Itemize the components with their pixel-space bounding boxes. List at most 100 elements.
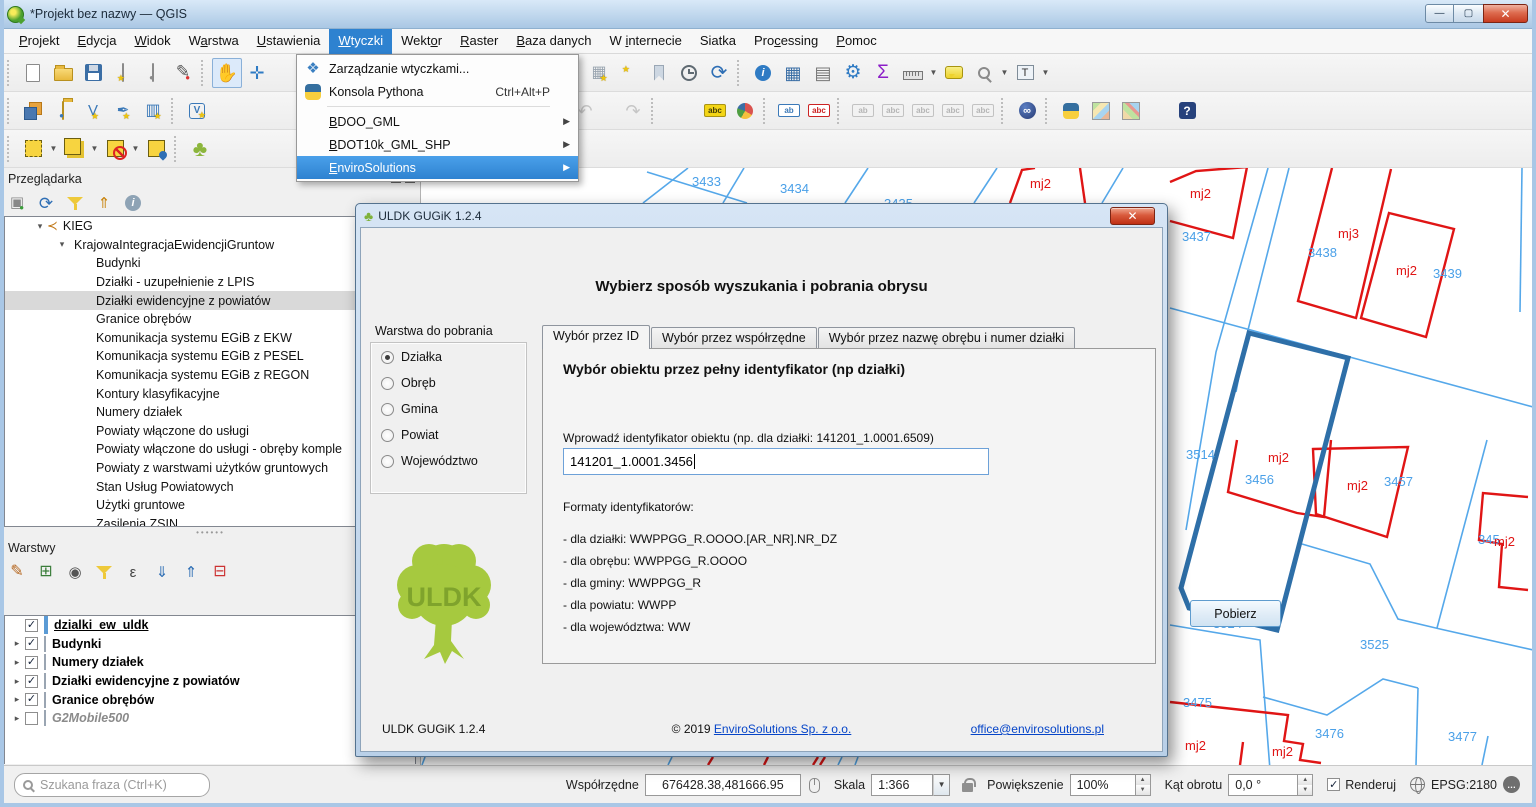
new-project-button[interactable] [18, 58, 48, 88]
layer-labeling-options-button[interactable]: abc [700, 96, 730, 126]
layer-visibility-checkbox[interactable]: ✓ [25, 693, 38, 706]
envirosolutions-link[interactable]: EnviroSolutions Sp. z o.o. [714, 722, 851, 736]
metasearch-button[interactable]: ∞ [1012, 96, 1042, 126]
menu-item-bdoo-gml[interactable]: BDOO_GML▶ [297, 110, 578, 133]
menu-widok[interactable]: Widok [126, 29, 180, 54]
show-hide-labels-button[interactable]: abc [878, 96, 908, 126]
python-console-tb-button[interactable] [1056, 96, 1086, 126]
tab-wybór-przez-nazwę-obrębu-i-numer-działki[interactable]: Wybór przez nazwę obrębu i numer działki [818, 327, 1075, 349]
save-project-button[interactable] [78, 58, 108, 88]
show-bookmarks-button[interactable] [644, 58, 674, 88]
layer-visibility-checkbox[interactable]: ✓ [25, 656, 38, 669]
radio-obręb[interactable]: Obręb [381, 376, 436, 390]
select-features-button[interactable] [18, 134, 48, 164]
uldk-dialog-titlebar[interactable]: ♣ ULDK GUGiK 1.2.4 [356, 204, 1167, 227]
osm-place-search-button[interactable] [1086, 96, 1116, 126]
radio-województwo[interactable]: Województwo [381, 454, 478, 468]
browser-item-granice-obrębów[interactable]: Granice obrębów [5, 310, 415, 329]
magnifier-spinbox[interactable]: 100% [1070, 774, 1136, 796]
new-spatial-bookmark-button[interactable]: ★ [614, 58, 644, 88]
identify-features-button[interactable]: i [748, 58, 778, 88]
open-project-button[interactable] [48, 58, 78, 88]
browser-item-kieg[interactable]: ▾≺KIEG [5, 217, 415, 236]
browser-item-numery-działek[interactable]: Numery działek [5, 403, 415, 422]
menu-raster[interactable]: Raster [451, 29, 507, 54]
browser-item-powiaty-włączone-do-usługi[interactable]: Powiaty włączone do usługi [5, 422, 415, 441]
magnifier-spin-arrows[interactable]: ▲▼ [1136, 774, 1151, 796]
layer-item-działki-ewidencyjne-z-powiatów[interactable]: ▸✓Działki ewidencyjne z powiatów [5, 672, 415, 691]
layer-visibility-checkbox[interactable] [25, 712, 38, 725]
lock-scale-icon[interactable] [962, 783, 973, 792]
close-button[interactable]: ✕ [1483, 4, 1528, 23]
move-label-button[interactable]: abc [908, 96, 938, 126]
add-selected-layers-button[interactable]: ▣● [6, 192, 28, 214]
download-button[interactable]: Pobierz [1190, 600, 1281, 627]
select-features-by-value-button[interactable] [59, 134, 89, 164]
browser-item-powiaty-z-warstwami-użytków-gruntowych[interactable]: Powiaty z warstwami użytków gruntowych [5, 459, 415, 478]
new-print-layout-button[interactable]: ★ [108, 58, 138, 88]
browser-item-użytki-gruntowe[interactable]: Użytki gruntowe [5, 496, 415, 515]
menu-item-envirosolutions[interactable]: EnviroSolutions▶ [297, 156, 578, 179]
browser-item-kontury-klasyfikacyjne[interactable]: Kontury klasyfikacyjne [5, 384, 415, 403]
select-features-dropdown-arrow[interactable]: ▼ [48, 134, 59, 164]
toggle-unplaced-labels-button[interactable]: abc [804, 96, 834, 126]
menu-wtyczki[interactable]: Wtyczki [329, 29, 392, 54]
deselect-all-dropdown-arrow[interactable]: ▼ [130, 134, 141, 164]
layer-item-dzialki-ew-uldk[interactable]: ✓dzialki_ew_uldk [5, 616, 415, 635]
filter-browser-button[interactable] [64, 192, 86, 214]
rotation-spinbox[interactable]: 0,0 ° [1228, 774, 1298, 796]
menu-baza-danych[interactable]: Baza danych [507, 29, 600, 54]
osm-tiles-button[interactable] [1116, 96, 1146, 126]
processing-toolbox-button[interactable]: ⚙ [838, 58, 868, 88]
crs-globe-icon[interactable] [1410, 777, 1425, 792]
new-shapefile-layer-button[interactable]: V★ [78, 96, 108, 126]
browser-item-komunikacja-systemu-egib-z-ekw[interactable]: Komunikacja systemu EGiB z EKW [5, 329, 415, 348]
refresh-browser-button[interactable]: ⟳ [35, 192, 57, 214]
pan-to-selection-button[interactable]: ✛ [242, 58, 272, 88]
style-manager-button[interactable]: ✎● [168, 58, 198, 88]
remove-layer-button[interactable]: ⊟ [209, 561, 231, 583]
browser-properties-button[interactable]: i [122, 192, 144, 214]
text-annotation-dropdown-arrow[interactable]: ▼ [1040, 58, 1051, 88]
rotate-label-button[interactable]: abc [938, 96, 968, 126]
layer-visibility-checkbox[interactable]: ✓ [25, 675, 38, 688]
browser-item-komunikacja-systemu-egib-z-pesel[interactable]: Komunikacja systemu EGiB z PESEL [5, 347, 415, 366]
identifier-input[interactable]: 141201_1.0001.3456 [563, 448, 989, 475]
pan-map-button[interactable]: ✋ [212, 58, 242, 88]
layer-item-budynki[interactable]: ▸✓Budynki [5, 635, 415, 654]
open-layer-styling-button[interactable]: ✎ [6, 561, 28, 583]
menu-w-internecie[interactable]: W internecie [601, 29, 691, 54]
statistical-summary-button[interactable]: Σ [868, 58, 898, 88]
new-3d-map-view-button[interactable]: ▦★ [584, 58, 614, 88]
browser-item-powiaty-włączone-do-usługi-obręby-komple[interactable]: Powiaty włączone do usługi - obręby komp… [5, 440, 415, 459]
menu-projekt[interactable]: Projekt [10, 29, 68, 54]
attribute-table-button[interactable]: ▦ [778, 58, 808, 88]
render-checkbox[interactable]: ✓ [1327, 778, 1340, 791]
menu-processing[interactable]: Processing [745, 29, 827, 54]
map-tips-button[interactable] [939, 58, 969, 88]
layer-item-granice-obrębów[interactable]: ▸✓Granice obrębów [5, 690, 415, 709]
maximize-button[interactable]: ▢ [1454, 4, 1483, 23]
measure-dropdown-arrow[interactable]: ▼ [928, 58, 939, 88]
browser-item-działki-uzupełnienie-z-lpis[interactable]: Działki - uzupełnienie z LPIS [5, 273, 415, 292]
menu-pomoc[interactable]: Pomoc [827, 29, 885, 54]
tab-wybór-przez-id[interactable]: Wybór przez ID [542, 325, 650, 349]
extents-toggle-icon[interactable] [809, 778, 820, 793]
collapse-all-browser-button[interactable]: ⇑ [93, 192, 115, 214]
uldk-plugin-button[interactable]: ♣ [185, 134, 215, 164]
browser-item-krajowaintegracjaewidencjigruntow[interactable]: ▾KrajowaIntegracjaEwidencjiGruntow [5, 236, 415, 255]
layer-visibility-checkbox[interactable]: ✓ [25, 619, 38, 632]
browser-item-zasilenia-zsin[interactable]: Zasilenia ZSIN [5, 515, 415, 528]
temporal-controller-button[interactable] [674, 58, 704, 88]
zoom-last-dropdown-arrow[interactable]: ▼ [999, 58, 1010, 88]
rotation-spin-arrows[interactable]: ▲▼ [1298, 774, 1313, 796]
zoom-last-button[interactable] [969, 58, 999, 88]
change-label-properties-button[interactable]: abc [968, 96, 998, 126]
title-bar[interactable]: *Projekt bez nazwy — QGIS — ▢ ✕ [0, 0, 1536, 29]
uldk-dialog-close-button[interactable]: ✕ [1110, 207, 1155, 225]
browser-item-działki-ewidencyjne-z-powiatów[interactable]: Działki ewidencyjne z powiatów [5, 291, 415, 310]
menu-item-zarz-dzanie-wtyczkami-[interactable]: ❖Zarządzanie wtyczkami... [297, 57, 578, 80]
layout-manager-button[interactable]: ● [138, 58, 168, 88]
help-contents-button[interactable]: ? [1172, 96, 1202, 126]
menu-warstwa[interactable]: Warstwa [180, 29, 248, 54]
